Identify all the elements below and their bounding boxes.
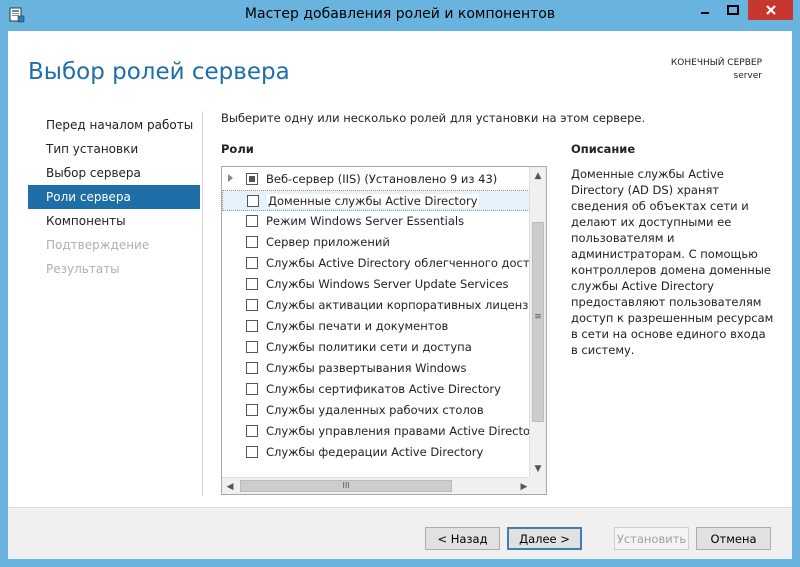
role-row-web-server[interactable]: Веб-сервер (IIS) (Установлено 9 из 43) [222, 169, 530, 190]
destination-server-name: server [733, 71, 763, 81]
scroll-down-icon[interactable]: ▼ [530, 460, 546, 477]
role-label: Службы Active Directory облегченного дос… [266, 256, 530, 270]
grip-icon: ≡ [534, 312, 542, 322]
role-label: Службы управления правами Active Directo… [266, 424, 530, 438]
scroll-left-icon[interactable]: ◀ [222, 478, 238, 494]
role-row-ad-ds[interactable]: Доменные службы Active Directory [222, 190, 530, 211]
role-checkbox[interactable] [246, 173, 258, 185]
role-row[interactable]: Службы удаленных рабочих столов [222, 400, 530, 421]
wizard-footer: < Назад Далее > Установить Отмена [8, 507, 792, 559]
vertical-scrollbar[interactable]: ▲ ≡ ▼ [529, 167, 546, 477]
nav-divider [202, 111, 203, 496]
role-row[interactable]: Службы управления правами Active Directo… [222, 421, 530, 442]
role-row[interactable]: Службы федерации Active Directory [222, 442, 530, 463]
nav-item-server-roles[interactable]: Роли сервера [28, 185, 200, 209]
role-label: Службы удаленных рабочих столов [266, 403, 484, 417]
close-icon [765, 5, 776, 15]
role-label: Службы политики сети и доступа [266, 340, 472, 354]
role-label: Службы федерации Active Directory [266, 445, 484, 459]
window-title: Мастер добавления ролей и компонентов [244, 6, 556, 22]
roles-list[interactable]: Веб-сервер (IIS) (Установлено 9 из 43) Д… [221, 166, 547, 495]
description-header: Описание [571, 142, 636, 156]
nav-item-results: Результаты [46, 262, 120, 276]
destination-label: КОНЕЧНЫЙ СЕРВЕР [670, 58, 762, 68]
role-label: Службы Windows Server Update Services [266, 277, 509, 291]
page-title: Выбор ролей сервера [28, 59, 290, 85]
role-checkbox[interactable] [246, 425, 258, 437]
role-checkbox[interactable] [247, 195, 259, 207]
role-row[interactable]: Службы печати и документов [222, 316, 530, 337]
maximize-button[interactable] [720, 0, 746, 20]
role-checkbox[interactable] [246, 236, 258, 248]
horizontal-scrollbar[interactable]: ◀ III ▶ [222, 477, 532, 494]
nav-item-server-selection[interactable]: Выбор сервера [28, 161, 200, 185]
description-text: Доменные службы Active Directory (AD DS)… [571, 167, 774, 357]
role-row[interactable]: Режим Windows Server Essentials [222, 211, 530, 232]
role-label: Сервер приложений [266, 235, 390, 249]
wizard-window: Мастер добавления ролей и компонентов Вы… [0, 0, 800, 567]
role-checkbox[interactable] [246, 215, 258, 227]
role-checkbox[interactable] [246, 299, 258, 311]
install-button: Установить [614, 527, 689, 550]
role-row[interactable]: Службы Windows Server Update Services [222, 274, 530, 295]
role-row[interactable]: Сервер приложений [222, 232, 530, 253]
nav-item-confirmation: Подтверждение [46, 238, 150, 252]
nav-item-installation-type[interactable]: Тип установки [28, 137, 200, 161]
role-row[interactable]: Службы развертывания Windows [222, 358, 530, 379]
horizontal-scroll-thumb[interactable]: III [240, 480, 452, 492]
scroll-corner [529, 477, 546, 494]
role-checkbox[interactable] [246, 341, 258, 353]
role-checkbox[interactable] [246, 383, 258, 395]
role-row[interactable]: Службы активации корпоративных лицензий [222, 295, 530, 316]
minimize-icon [701, 12, 709, 14]
role-label: Доменные службы Active Directory [267, 194, 479, 208]
back-button[interactable]: < Назад [425, 527, 500, 550]
roles-header: Роли [221, 142, 254, 156]
expand-arrow-icon[interactable] [228, 174, 233, 182]
scroll-up-icon[interactable]: ▲ [530, 167, 546, 184]
role-checkbox[interactable] [246, 257, 258, 269]
role-checkbox[interactable] [246, 362, 258, 374]
nav-item-before-you-begin[interactable]: Перед началом работы [28, 113, 200, 137]
next-button[interactable]: Далее > [507, 527, 582, 550]
role-label: Веб-сервер (IIS) (Установлено 9 из 43) [266, 172, 498, 186]
roles-rows: Веб-сервер (IIS) (Установлено 9 из 43) Д… [222, 169, 530, 463]
title-bar[interactable]: Мастер добавления ролей и компонентов [0, 0, 800, 31]
role-checkbox[interactable] [246, 404, 258, 416]
role-checkbox[interactable] [246, 446, 258, 458]
nav-item-features[interactable]: Компоненты [28, 209, 200, 233]
role-label: Службы печати и документов [266, 319, 449, 333]
wizard-nav: Перед началом работы Тип установки Выбор… [28, 113, 200, 281]
cancel-button[interactable]: Отмена [696, 527, 771, 550]
role-row[interactable]: Службы сертификатов Active Directory [222, 379, 530, 400]
vertical-scroll-thumb[interactable]: ≡ [532, 222, 544, 422]
instruction-text: Выберите одну или несколько ролей для ус… [221, 111, 646, 125]
role-label: Службы сертификатов Active Directory [266, 382, 501, 396]
role-row[interactable]: Службы политики сети и доступа [222, 337, 530, 358]
role-checkbox[interactable] [246, 320, 258, 332]
role-label: Режим Windows Server Essentials [266, 214, 465, 228]
wizard-content: Выбор ролей сервера КОНЕЧНЫЙ СЕРВЕР serv… [8, 31, 792, 559]
role-checkbox[interactable] [246, 278, 258, 290]
destination-server: КОНЕЧНЫЙ СЕРВЕР server [671, 57, 762, 83]
minimize-button[interactable] [692, 0, 718, 20]
close-button[interactable] [748, 0, 793, 20]
maximize-icon [727, 5, 739, 15]
role-row[interactable]: Службы Active Directory облегченного дос… [222, 253, 530, 274]
role-label: Службы активации корпоративных лицензий [266, 298, 530, 312]
role-label: Службы развертывания Windows [266, 361, 467, 375]
